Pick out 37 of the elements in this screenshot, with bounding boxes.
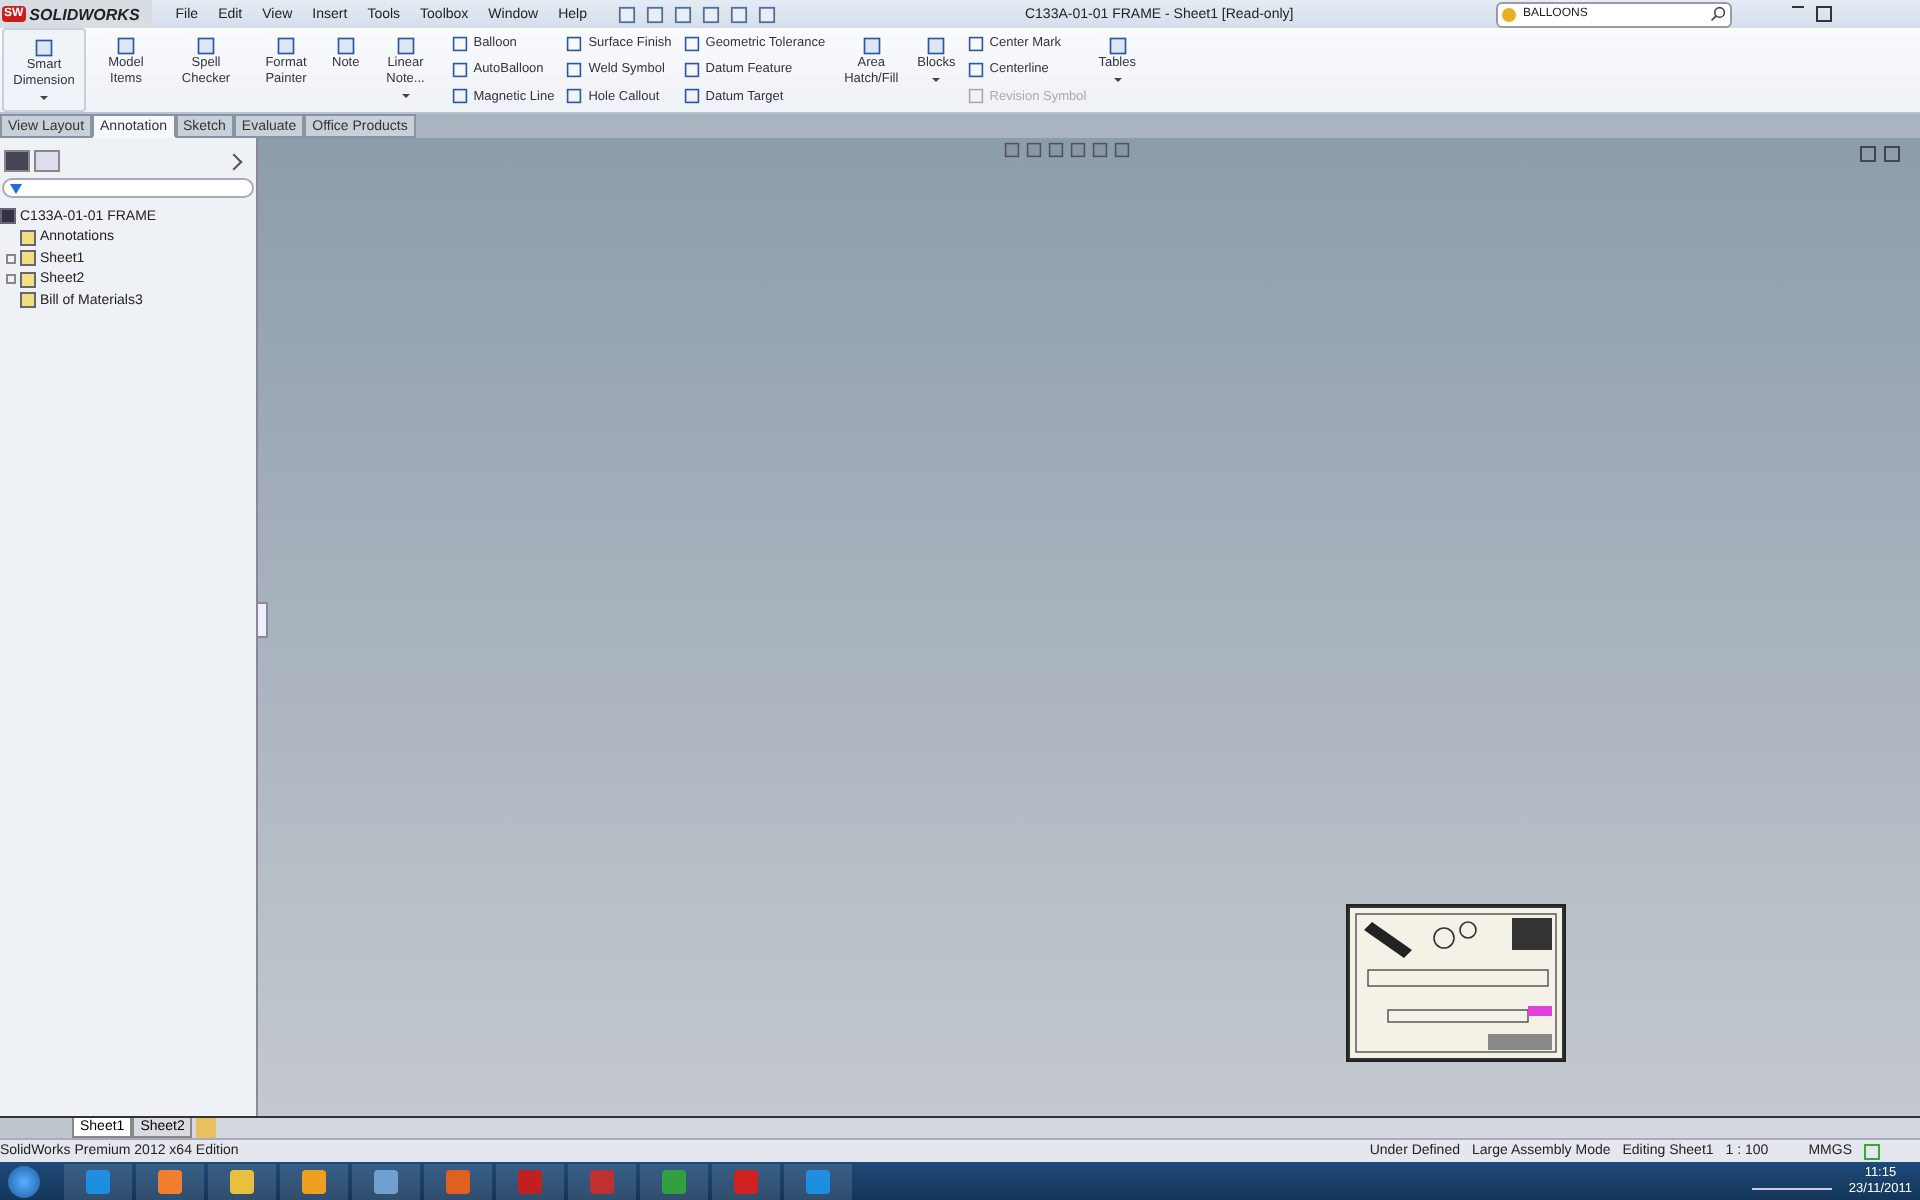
tool-icon (116, 36, 136, 56)
property-tab[interactable] (34, 150, 60, 172)
caret-icon (401, 94, 410, 98)
tool-icon (926, 36, 947, 56)
taskbar-app-icon[interactable] (280, 1163, 348, 1199)
caret-icon (40, 96, 48, 100)
help-icon[interactable] (1864, 1143, 1880, 1159)
tool-icon (196, 36, 216, 56)
caret-icon (1113, 78, 1122, 82)
taskbar-app-icon[interactable] (352, 1163, 420, 1199)
start-button[interactable] (8, 1165, 40, 1197)
tree-node-icon (20, 250, 36, 267)
restore-button[interactable] (1816, 6, 1833, 22)
tool-icon (395, 36, 416, 56)
caret-icon (932, 78, 941, 82)
tool-icon (861, 36, 882, 56)
tool-icon (335, 36, 356, 56)
tree-node-icon (20, 229, 36, 246)
tool-icon (276, 36, 296, 56)
taskbar-app-icon[interactable] (640, 1163, 708, 1199)
tool-icon (1107, 36, 1128, 56)
taskbar-app-icon[interactable] (64, 1163, 132, 1199)
filter-icon (10, 183, 22, 193)
help-bulb-icon (1502, 7, 1517, 21)
panel-splitter-handle[interactable] (256, 602, 268, 638)
tree-node-icon (20, 271, 36, 288)
filter-field[interactable] (2, 178, 254, 198)
minimize-button[interactable] (1792, 6, 1805, 8)
taskbar-app-icon[interactable] (208, 1163, 276, 1199)
taskbar-app-icon[interactable] (424, 1163, 492, 1199)
feature-tree-tab[interactable] (4, 150, 30, 172)
tree-node-icon (20, 292, 36, 309)
drawing-icon (0, 208, 16, 225)
taskbar-app-icon[interactable] (136, 1163, 204, 1199)
tool-icon (34, 38, 54, 58)
search-icon (1710, 6, 1727, 22)
taskbar-app-icon[interactable] (784, 1163, 852, 1199)
